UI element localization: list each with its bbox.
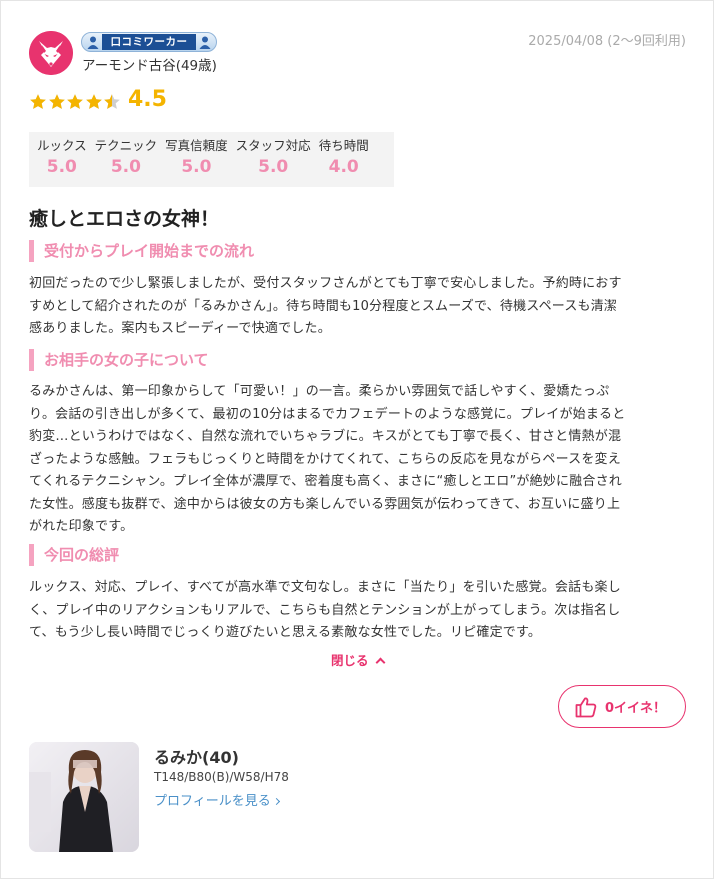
body-line: た女性。感度も抜群で、途中からは彼女の方も楽しんでいる雰囲気が伝わってきて、お互… <box>29 496 621 512</box>
body-line: すめとして紹介されたのが「るみかさん」。待ち時間も10分程度とスムーズで、待機ス… <box>29 298 618 314</box>
profile-link-label: プロフィールを見る <box>154 794 271 809</box>
chevron-up-icon <box>375 657 385 668</box>
star-full-icon <box>85 94 102 109</box>
section-body: るみかさんは、第一印象からして「可愛い！」の一言。柔らかい雰囲気で話しやすく、愛… <box>29 381 689 539</box>
star-rating <box>29 93 122 111</box>
review-date: 2025/04/08 (2〜9回利用) <box>528 34 686 49</box>
profile-link[interactable]: プロフィールを見る <box>154 790 280 809</box>
score-label: ルックス <box>37 138 87 153</box>
score-item: スタッフ対応 5.0 <box>236 137 311 187</box>
body-line: て、もう少し長い時間でじっくり遊びたいと思える素敵な女性でした。リピ確定です。 <box>29 625 542 640</box>
section-heading: 受付からプレイ開始までの流れ <box>29 240 254 262</box>
score-label: テクニック <box>94 138 158 153</box>
chevron-right-icon <box>272 797 280 806</box>
like-label: 0イイネ！ <box>605 701 667 716</box>
score-label: 待ち時間 <box>318 138 369 153</box>
fox-mask-icon <box>29 31 73 75</box>
score-label: スタッフ対応 <box>235 138 311 153</box>
close-review-button[interactable]: 閉じる <box>331 650 385 669</box>
like-button[interactable]: 0イイネ！ <box>558 685 686 728</box>
body-line: 豹変…というわけではなく、自然な流れでいちゃラブに。キスがとても丁寧で長く、甘さ… <box>29 429 622 444</box>
score-value: 5.0 <box>181 157 212 177</box>
body-line: るみかさんは、第一印象からして「可愛い！」の一言。柔らかい雰囲気で話しやすく、愛… <box>29 384 610 399</box>
rating-value: 4.5 <box>128 87 167 112</box>
score-value: 4.0 <box>328 157 359 177</box>
body-line: ざったような感触。フェラもじっくりと時間をかけてくれて、こちらの反応を見ながらペ… <box>29 451 621 467</box>
girl-photo-image <box>29 742 139 852</box>
person-icon <box>87 36 99 49</box>
thumbs-up-icon <box>575 697 597 717</box>
star-full-icon <box>67 94 83 109</box>
score-table: ルックス 5.0 テクニック 5.0 写真信頼度 5.0 スタッフ対応 5.0 待ち時間 4.0 <box>29 132 394 187</box>
section-heading: 今回の総評 <box>29 544 119 566</box>
score-item: 待ち時間 4.0 <box>319 137 369 187</box>
score-item: テクニック 5.0 <box>95 137 158 187</box>
score-label: 写真信頼度 <box>165 138 228 153</box>
body-line: り。会話の引き出しが多くて、最初の10分はまるでカフェデートのような感覚に。プレ… <box>29 406 626 422</box>
reviewer-name: アーモンド古谷(49歳) <box>82 58 217 74</box>
reviewer-avatar <box>29 31 73 75</box>
girl-photo[interactable] <box>29 742 139 852</box>
body-line: てくれるテクニシャン。プレイ全体が濃厚で、密着度も高く、まさに“癒しとエロ”が絶… <box>29 474 622 489</box>
badge-label: 口コミワーカー <box>102 34 196 50</box>
reviewer-badge: 口コミワーカー <box>81 32 217 52</box>
section-body: ルックス、対応、プレイ、すべてが高水準で文句なし。まさに「当たり」を引いた感覚。… <box>29 577 689 645</box>
star-full-icon <box>30 94 46 109</box>
girl-specs: T148/B80(B)/W58/H78 <box>154 770 289 784</box>
section-heading: お相手の女の子について <box>29 349 209 371</box>
section-body: 初回だったので少し緊張しましたが、受付スタッフさんがとても丁寧で安心しました。予… <box>29 273 689 341</box>
score-item: 写真信頼度 5.0 <box>165 137 228 187</box>
review-card: 口コミワーカー アーモンド古谷(49歳) 2025/04/08 (2〜9回利用)… <box>0 0 714 879</box>
person-icon <box>199 36 211 49</box>
body-line: 感ありました。案内もスピーディーで快適でした。 <box>29 321 331 336</box>
score-item: ルックス 5.0 <box>37 137 87 187</box>
close-label: 閉じる <box>331 653 369 668</box>
score-value: 5.0 <box>258 157 289 177</box>
body-line: 初回だったので少し緊張しましたが、受付スタッフさんがとても丁寧で安心しました。予… <box>29 276 622 291</box>
body-line: く、プレイ中のリアクションもリアルで、こちらも自然とテンションが上がってしまう。… <box>29 602 621 618</box>
review-title: 癒しとエロさの女神！ <box>29 208 220 230</box>
star-half-icon <box>104 94 120 109</box>
body-line: ルックス、対応、プレイ、すべてが高水準で文句なし。まさに「当たり」を引いた感覚。… <box>29 580 621 595</box>
score-value: 5.0 <box>46 157 77 177</box>
girl-name: るみか(40) <box>154 748 239 767</box>
star-full-icon <box>48 94 65 109</box>
body-line: がれた印象です。 <box>29 519 134 534</box>
score-value: 5.0 <box>110 157 141 177</box>
